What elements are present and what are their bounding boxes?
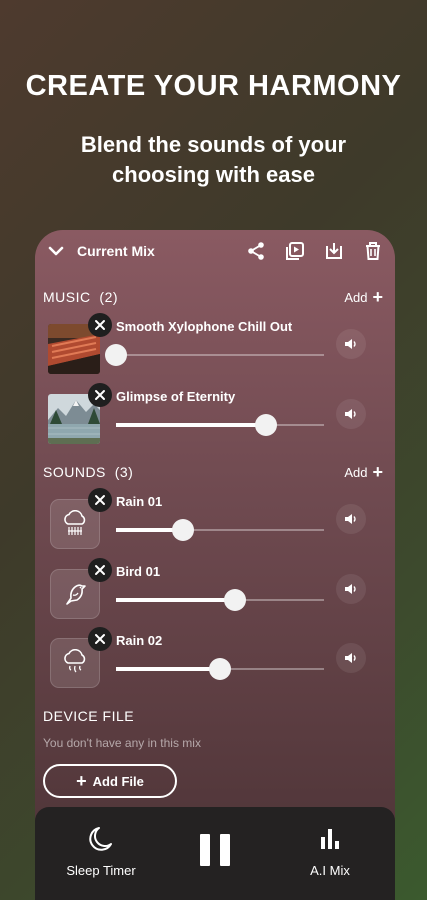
add-sound-button[interactable]: Add + [344,462,383,482]
sounds-count: (3) [114,464,134,480]
mix-title: Current Mix [77,243,155,259]
track-name: Smooth Xylophone Chill Out [116,319,293,334]
volume-slider[interactable] [116,658,324,680]
remove-track-button[interactable] [88,313,112,337]
slider-knob[interactable] [224,589,246,611]
volume-slider[interactable] [116,519,324,541]
volume-icon[interactable] [336,643,366,673]
chevron-down-icon[interactable] [45,240,67,262]
slider-knob[interactable] [105,344,127,366]
slider-fill [116,667,220,671]
volume-slider[interactable] [116,589,324,611]
sleep-timer-button[interactable]: Sleep Timer [51,825,151,878]
add-music-label: Add [344,289,368,305]
remove-sound-button[interactable] [88,627,112,651]
sounds-section-header: SOUNDS (3) Add + [43,462,383,482]
volume-icon[interactable] [336,399,366,429]
sounds-section-title: SOUNDS [43,464,106,480]
music-track: Glimpse of Eternity [48,383,388,447]
sound-name: Bird 01 [116,564,161,579]
device-file-title: DEVICE FILE [43,708,135,724]
plus-icon: + [372,287,383,307]
remove-track-button[interactable] [88,383,112,407]
add-file-label: Add File [92,773,144,789]
music-section-header: MUSIC (2) Add + [43,287,383,307]
slider-fill [116,598,235,602]
sound-name: Rain 02 [116,633,163,648]
bottom-bar: Sleep Timer A.I Mix [35,807,395,900]
mix-topbar: Current Mix [35,230,395,272]
volume-slider[interactable] [116,414,324,436]
add-file-button[interactable]: + Add File [43,764,177,798]
remove-sound-button[interactable] [88,488,112,512]
music-section-title: MUSIC [43,289,91,305]
sleep-timer-label: Sleep Timer [66,863,136,878]
share-icon[interactable] [244,239,268,263]
plus-icon: + [372,462,383,482]
mix-panel: Current Mix MUSIC (2) Add + Smooth Xylop… [35,230,395,900]
pause-icon[interactable] [200,834,230,866]
slider-fill [116,423,266,427]
page-subline: Blend the sounds of your choosing with e… [80,132,347,187]
equalizer-icon [280,825,380,853]
add-sound-label: Add [344,464,368,480]
slider-knob[interactable] [209,658,231,680]
add-music-button[interactable]: Add + [344,287,383,307]
slider-knob[interactable] [172,519,194,541]
slider-knob[interactable] [255,414,277,436]
volume-icon[interactable] [336,329,366,359]
sound-track: Bird 01 [48,558,388,622]
moon-icon [51,825,151,853]
volume-icon[interactable] [336,504,366,534]
page-headline: CREATE YOUR HARMONY [25,70,402,102]
plus-icon: + [76,771,87,791]
slider-rail [116,354,324,356]
sound-name: Rain 01 [116,494,163,509]
ai-mix-label: A.I Mix [310,863,350,878]
volume-icon[interactable] [336,574,366,604]
music-track: Smooth Xylophone Chill Out [48,313,388,377]
remove-sound-button[interactable] [88,558,112,582]
device-empty-text: You don't have any in this mix [43,736,201,750]
volume-slider[interactable] [105,344,324,366]
playlist-play-icon[interactable] [283,239,307,263]
download-icon[interactable] [322,239,346,263]
ai-mix-button[interactable]: A.I Mix [280,825,380,878]
trash-icon[interactable] [361,239,385,263]
sound-track: Rain 02 [48,627,388,691]
track-name: Glimpse of Eternity [116,389,236,404]
music-count: (2) [99,289,119,305]
sound-track: Rain 01 [48,488,388,552]
